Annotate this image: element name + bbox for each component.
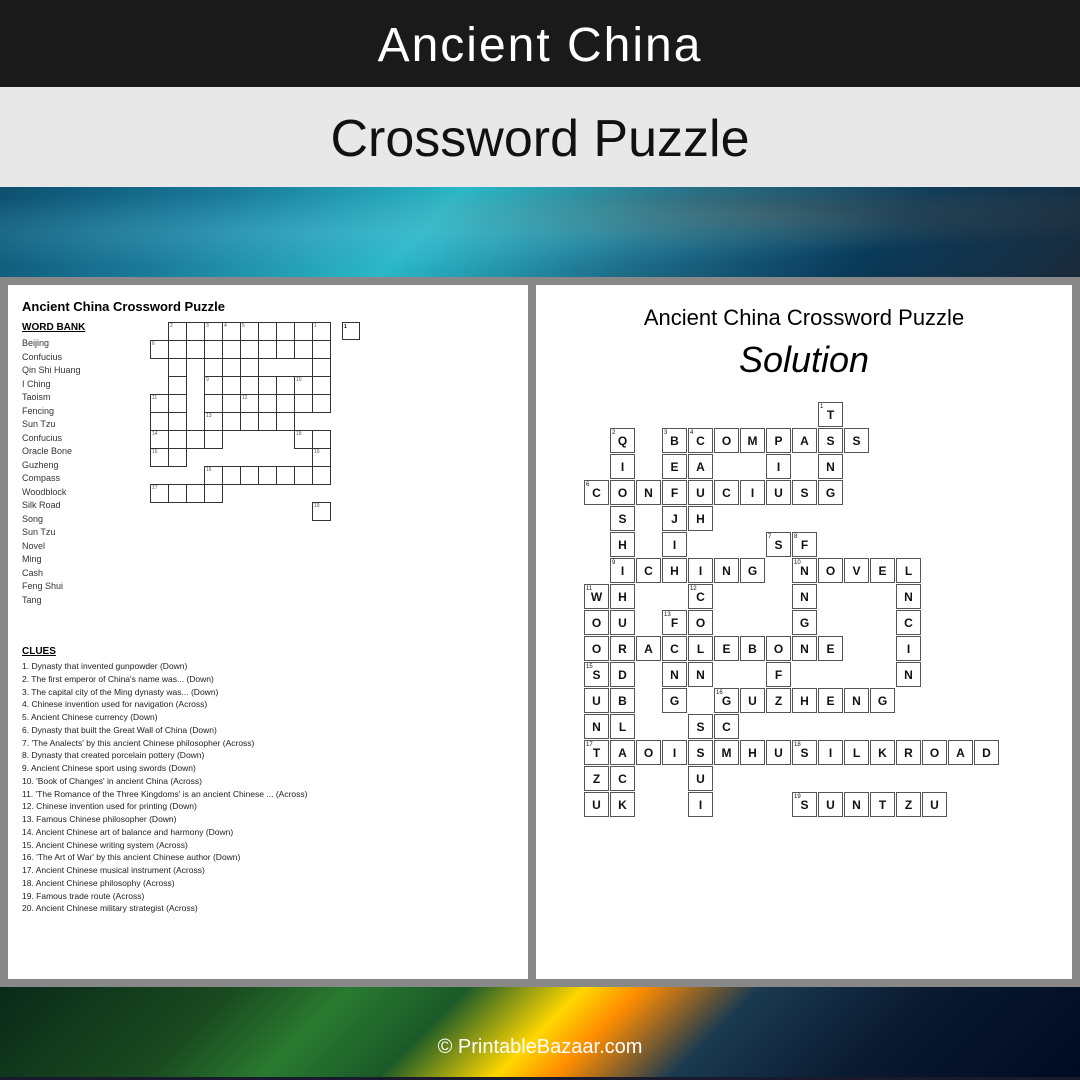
- clue-12: 12. Chinese invention used for printing …: [22, 800, 514, 813]
- main-content: Ancient China Crossword Puzzle WORD BANK…: [0, 277, 1080, 987]
- clue-10: 10. 'Book of Changes' in ancient China (…: [22, 775, 514, 788]
- clue-15: 15. Ancient Chinese writing system (Acro…: [22, 839, 514, 852]
- clue-1: 1. Dynasty that invented gunpowder (Down…: [22, 660, 514, 673]
- clue-13: 13. Famous Chinese philosopher (Down): [22, 813, 514, 826]
- clue-7: 7. 'The Analects' by this ancient Chines…: [22, 737, 514, 750]
- panel-right: Ancient China Crossword Puzzle Solution …: [536, 285, 1072, 979]
- footer-image: © PrintableBazaar.com: [0, 987, 1080, 1077]
- clue-5: 5. Ancient Chinese currency (Down): [22, 711, 514, 724]
- clue-3: 3. The capital city of the Ming dynasty …: [22, 686, 514, 699]
- clue-18: 18. Ancient Chinese philosophy (Across): [22, 877, 514, 890]
- clue-16: 16. 'The Art of War' by this ancient Chi…: [22, 851, 514, 864]
- footer-copyright: © PrintableBazaar.com: [438, 1036, 643, 1059]
- header-top: Ancient China: [0, 0, 1080, 87]
- clue-14: 14. Ancient Chinese art of balance and h…: [22, 826, 514, 839]
- clue-17: 17. Ancient Chinese musical instrument (…: [22, 864, 514, 877]
- clue-2: 2. The first emperor of China's name was…: [22, 673, 514, 686]
- solution-label: Solution: [550, 339, 1058, 381]
- panel-left: Ancient China Crossword Puzzle WORD BANK…: [8, 285, 528, 979]
- clue-8: 8. Dynasty that created porcelain potter…: [22, 749, 514, 762]
- solution-panel-title: Ancient China Crossword Puzzle: [550, 305, 1058, 331]
- header-subtitle: Crossword Puzzle: [0, 87, 1080, 187]
- clues-section: CLUES 1. Dynasty that invented gunpowder…: [22, 646, 514, 915]
- word-bank-list: BeijingConfuciusQin Shi Huang I ChingTao…: [22, 337, 112, 607]
- clue-6: 6. Dynasty that built the Great Wall of …: [22, 724, 514, 737]
- word-bank-label: WORD BANK: [22, 322, 112, 333]
- clue-4: 4. Chinese invention used for navigation…: [22, 698, 514, 711]
- clue-19: 19. Famous trade route (Across): [22, 890, 514, 903]
- crossword-subtitle: Crossword Puzzle: [0, 109, 1080, 169]
- clue-20: 20. Ancient Chinese military strategist …: [22, 902, 514, 915]
- page-title: Ancient China: [0, 18, 1080, 73]
- clues-label: CLUES: [22, 646, 514, 657]
- solution-grid: 1T2Q3B4COMPASSIEAIN6CONFUCIUSGSJHHI7S8F9…: [574, 397, 1034, 897]
- clue-9: 9. Ancient Chinese sport using swords (D…: [22, 762, 514, 775]
- decorative-image-top: [0, 187, 1080, 277]
- clue-11: 11. 'The Romance of the Three Kingdoms' …: [22, 788, 514, 801]
- left-panel-title: Ancient China Crossword Puzzle: [22, 299, 514, 314]
